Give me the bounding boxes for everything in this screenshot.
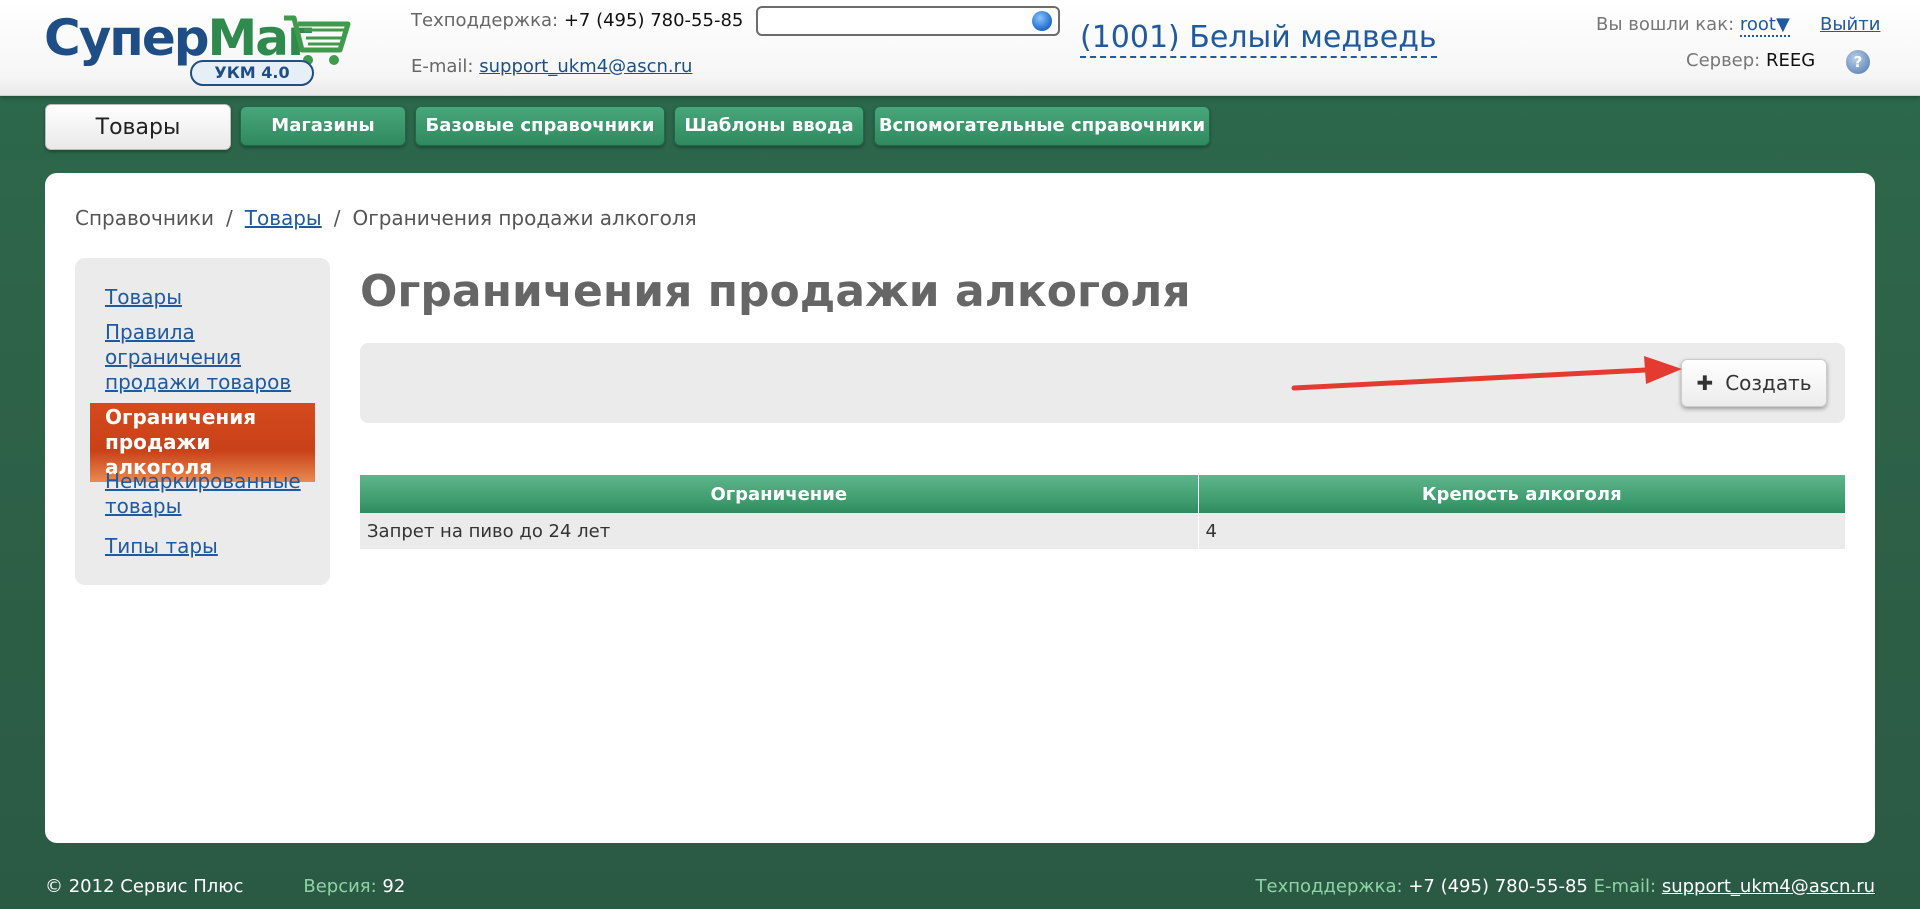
footer-support-phone: +7 (495) 780-55-85 <box>1408 876 1588 897</box>
server-name: REEG <box>1765 50 1816 71</box>
sidebar-item-container-types[interactable]: Типы тары <box>105 534 315 559</box>
sidebar-item-products[interactable]: Товары <box>105 285 315 310</box>
search-input[interactable] <box>764 9 1026 33</box>
content-panel: Справочники / Товары / Ограничения продажи а… <box>45 173 1875 843</box>
store-selector[interactable]: (1001) Белый медведь <box>1080 20 1437 58</box>
breadcrumb-root: Справочники <box>75 206 214 230</box>
sidebar-item-restriction-rules[interactable]: Правила ограничения продажи товаров <box>105 320 315 395</box>
server-label: Сервер: <box>1686 50 1761 71</box>
search-icon[interactable] <box>1032 11 1052 31</box>
app-header: СуперМаг УКМ 4.0 Техподдержка: +7 (495) … <box>0 0 1920 96</box>
breadcrumb-separator: / <box>333 206 341 230</box>
copyright-text: © 2012 Сервис Плюс <box>45 876 244 897</box>
email-label: E-mail: <box>411 56 474 77</box>
version-number: 92 <box>382 876 406 897</box>
table-row[interactable]: Запрет на пиво до 24 лет 4 <box>360 513 1845 549</box>
sidebar: Товары Правила ограничения продажи товар… <box>75 258 330 585</box>
column-header-alcohol-strength[interactable]: Крепость алкоголя <box>1198 475 1845 513</box>
footer-email-label: E-mail: <box>1593 876 1657 897</box>
cell-alcohol-strength[interactable]: 4 <box>1198 513 1845 549</box>
help-icon[interactable]: ? <box>1846 50 1870 74</box>
table-header-row: Ограничение Крепость алкоголя <box>360 475 1845 513</box>
logo-main-text: Супер <box>44 9 210 67</box>
server-info: Сервер: REEG <box>1686 50 1815 71</box>
logo-version-badge: УКМ 4.0 <box>190 60 314 86</box>
breadcrumb-products-link[interactable]: Товары <box>245 206 322 230</box>
support-email-link[interactable]: support_ukm4@ascn.ru <box>479 56 692 77</box>
restrictions-table: Ограничение Крепость алкоголя Запрет на … <box>360 475 1845 549</box>
footer-left: © 2012 Сервис Плюс Версия: 92 <box>45 876 405 897</box>
support-label: Техподдержка: <box>411 10 559 31</box>
footer-email-link[interactable]: support_ukm4@ascn.ru <box>1662 876 1875 897</box>
tab-input-templates[interactable]: Шаблоны ввода <box>674 106 864 146</box>
page-title: Ограничения продажи алкоголя <box>360 266 1191 317</box>
support-phone-line: Техподдержка: +7 (495) 780-55-85 <box>411 10 743 31</box>
support-email-line: E-mail: support_ukm4@ascn.ru <box>411 56 692 77</box>
support-phone: +7 (495) 780-55-85 <box>563 10 744 31</box>
column-header-restriction[interactable]: Ограничение <box>360 475 1199 513</box>
breadcrumb-separator: / <box>225 206 233 230</box>
logged-in-label: Вы вошли как: <box>1596 14 1735 35</box>
breadcrumb: Справочники / Товары / Ограничения продажи а… <box>75 206 697 230</box>
tab-products[interactable]: Товары <box>45 104 231 150</box>
logout-link[interactable]: Выйти <box>1820 14 1880 35</box>
breadcrumb-current: Ограничения продажи алкоголя <box>352 206 697 230</box>
user-menu-link[interactable]: root▼ <box>1739 14 1790 37</box>
create-button[interactable]: ✚ Создать <box>1681 359 1827 407</box>
search-box <box>756 6 1060 36</box>
tab-stores[interactable]: Магазины <box>240 106 406 146</box>
create-button-label: Создать <box>1725 371 1812 395</box>
footer-support-label: Техподдержка: <box>1255 876 1403 897</box>
sidebar-item-unmarked-products[interactable]: Немаркированные товары <box>105 469 315 519</box>
footer-right: Техподдержка: +7 (495) 780-55-85 E-mail:… <box>1256 876 1876 897</box>
logo-text: СуперМаг <box>44 9 313 67</box>
cell-restriction[interactable]: Запрет на пиво до 24 лет <box>360 513 1199 549</box>
tab-base-references[interactable]: Базовые справочники <box>415 106 665 146</box>
red-arrow-annotation <box>1291 356 1682 391</box>
supermag-logo[interactable]: СуперМаг УКМ 4.0 <box>44 8 354 88</box>
version-label: Версия: <box>303 876 377 897</box>
logged-in-user: Вы вошли как: root▼ <box>1596 14 1790 37</box>
plus-icon: ✚ <box>1696 371 1714 395</box>
tab-auxiliary-references[interactable]: Вспомогательные справочники <box>874 106 1210 146</box>
